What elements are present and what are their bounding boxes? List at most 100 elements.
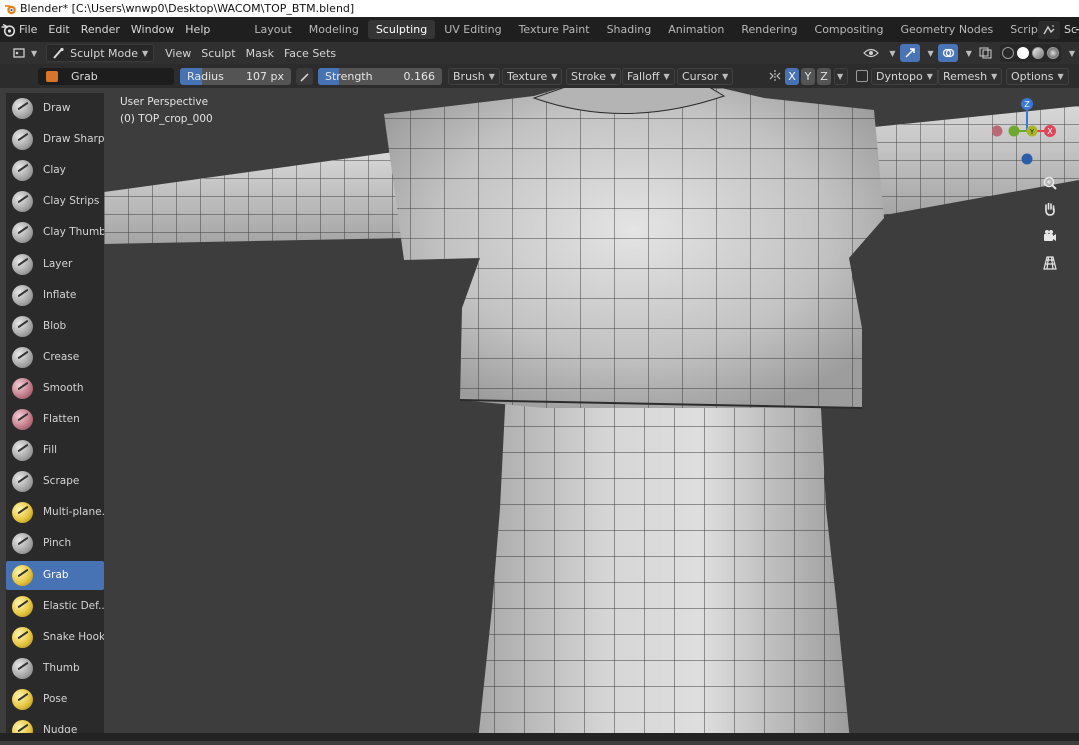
strength-slider[interactable]: Strength 0.166 — [318, 68, 442, 85]
gizmo-y-label: Y — [1029, 128, 1035, 136]
active-tool-field[interactable]: Grab — [38, 68, 174, 85]
status-bar — [0, 733, 1079, 741]
overlays-toggle-icon[interactable] — [937, 44, 958, 62]
rendered-shading-icon[interactable] — [1046, 47, 1059, 59]
dyntopo-checkbox[interactable] — [856, 70, 868, 82]
viewport-perspective-label: User Perspective — [120, 96, 209, 108]
navigation-gizmo[interactable]: Z X Y — [992, 96, 1062, 166]
stroke-dropdown[interactable]: Stroke ▼ — [566, 68, 622, 85]
xray-toggle-icon[interactable] — [976, 44, 996, 62]
tool-inflate[interactable]: Inflate — [6, 281, 104, 310]
menu-window[interactable]: Window — [128, 23, 182, 36]
scene-name[interactable]: Sc — [1064, 23, 1079, 36]
falloff-dropdown[interactable]: Falloff ▼ — [622, 68, 675, 85]
tool-clay-strips[interactable]: Clay Strips — [6, 187, 104, 216]
tab-sculpting[interactable]: Sculpting — [367, 20, 436, 39]
tool-label: Pinch — [43, 537, 72, 550]
remesh-label: Remesh — [943, 70, 988, 83]
tab-rendering[interactable]: Rendering — [733, 20, 805, 39]
menu-view[interactable]: View — [160, 44, 196, 62]
tab-modeling[interactable]: Modeling — [301, 20, 367, 39]
cursor-dropdown-label: Cursor — [682, 70, 719, 83]
menu-help[interactable]: Help — [182, 23, 218, 36]
tool-blob[interactable]: Blob — [6, 312, 104, 341]
tool-pose[interactable]: Pose — [6, 685, 104, 714]
tab-layout[interactable]: Layout — [246, 20, 299, 39]
tool-thumb[interactable]: Thumb — [6, 654, 104, 683]
mesh-model[interactable] — [104, 88, 1079, 741]
tab-texture-paint[interactable]: Texture Paint — [511, 20, 598, 39]
menu-edit[interactable]: Edit — [45, 23, 77, 36]
symmetry-icon[interactable] — [768, 69, 782, 83]
brush-icon — [12, 191, 33, 213]
menu-sculpt[interactable]: Sculpt — [196, 44, 240, 62]
chevron-down-icon: ▼ — [141, 48, 149, 58]
tool-label: Flatten — [43, 413, 80, 425]
cursor-dropdown[interactable]: Cursor ▼ — [677, 68, 734, 85]
brush-icon — [12, 377, 33, 399]
axis-z-toggle[interactable]: Z — [817, 68, 831, 85]
brush-icon — [12, 409, 33, 430]
falloff-dropdown-label: Falloff — [627, 70, 660, 83]
symmetry-options-dropdown[interactable]: ▼ — [834, 68, 848, 85]
tool-crease[interactable]: Crease — [6, 343, 104, 372]
editor-type-button[interactable]: ▼ — [8, 44, 42, 62]
tab-animation[interactable]: Animation — [660, 20, 732, 39]
tool-flatten[interactable]: Flatten — [6, 405, 104, 434]
options-label: Options — [1011, 70, 1054, 83]
chevron-down-icon[interactable]: ▼ — [889, 49, 895, 58]
camera-view-icon[interactable] — [1039, 225, 1061, 247]
tool-elastic-def[interactable]: Elastic Def... — [6, 592, 108, 621]
tool-multi-plane[interactable]: Multi-plane... — [6, 498, 112, 527]
dyntopo-dropdown[interactable]: Dyntopo ▼ — [871, 68, 938, 85]
axis-x-toggle[interactable]: X — [785, 68, 799, 85]
tab-shading[interactable]: Shading — [599, 20, 660, 39]
tool-clay[interactable]: Clay — [6, 156, 104, 185]
blender-menu-icon[interactable] — [0, 17, 16, 42]
mode-selector[interactable]: Sculpt Mode ▼ — [46, 44, 155, 62]
tab-compositing[interactable]: Compositing — [807, 20, 892, 39]
pan-hand-icon[interactable] — [1039, 198, 1061, 220]
perspective-toggle-icon[interactable] — [1039, 252, 1061, 274]
gizmo-toggle-icon[interactable] — [899, 44, 920, 62]
wireframe-shading-icon[interactable] — [1001, 47, 1014, 59]
tool-draw-sharp[interactable]: Draw Sharp — [6, 125, 105, 154]
options-dropdown[interactable]: Options ▼ — [1006, 68, 1069, 85]
tool-smooth[interactable]: Smooth — [6, 374, 104, 403]
tool-fill[interactable]: Fill — [6, 436, 104, 465]
tool-label: Crease — [43, 350, 80, 363]
visibility-icon[interactable] — [861, 44, 881, 62]
brush-dropdown[interactable]: Brush ▼ — [448, 68, 500, 85]
tab-uv-editing[interactable]: UV Editing — [436, 20, 509, 39]
menu-mask[interactable]: Mask — [241, 44, 279, 62]
tool-pinch[interactable]: Pinch — [6, 529, 104, 558]
tool-layer[interactable]: Layer — [6, 250, 104, 279]
chevron-down-icon[interactable]: ▼ — [928, 49, 934, 58]
tool-draw[interactable]: Draw — [6, 94, 104, 123]
tool-label: Draw — [43, 102, 71, 114]
menu-render[interactable]: Render — [78, 23, 128, 36]
chevron-down-icon[interactable]: ▼ — [966, 49, 972, 58]
tool-label: Snake Hook — [43, 630, 106, 643]
radius-slider[interactable]: Radius 107 px — [180, 68, 291, 85]
zoom-icon[interactable] — [1039, 172, 1061, 194]
tool-snake-hook[interactable]: Snake Hook — [6, 623, 106, 652]
material-shading-icon[interactable] — [1031, 47, 1044, 59]
solid-shading-icon[interactable] — [1016, 47, 1029, 59]
menu-file[interactable]: File — [16, 23, 45, 36]
3d-viewport[interactable]: User Perspective (0) TOP_crop_000 Z X Y — [104, 88, 1079, 741]
tool-scrape[interactable]: Scrape — [6, 467, 104, 496]
tool-grab[interactable]: Grab — [6, 560, 104, 590]
tool-label: Scrape — [43, 475, 80, 488]
texture-dropdown[interactable]: Texture ▼ — [502, 68, 563, 85]
tool-label: Inflate — [43, 288, 77, 301]
tool-clay-thumb[interactable]: Clay Thumb — [6, 218, 106, 247]
axis-y-toggle[interactable]: Y — [801, 68, 815, 85]
menu-face-sets[interactable]: Face Sets — [279, 44, 341, 62]
scene-selector-icon[interactable] — [1037, 20, 1060, 39]
remesh-dropdown[interactable]: Remesh ▼ — [938, 68, 1003, 85]
chevron-down-icon: ▼ — [488, 72, 495, 81]
radius-unit-icon[interactable] — [296, 68, 313, 85]
chevron-down-icon[interactable]: ▼ — [1069, 49, 1075, 58]
tab-geometry-nodes[interactable]: Geometry Nodes — [892, 20, 1001, 39]
